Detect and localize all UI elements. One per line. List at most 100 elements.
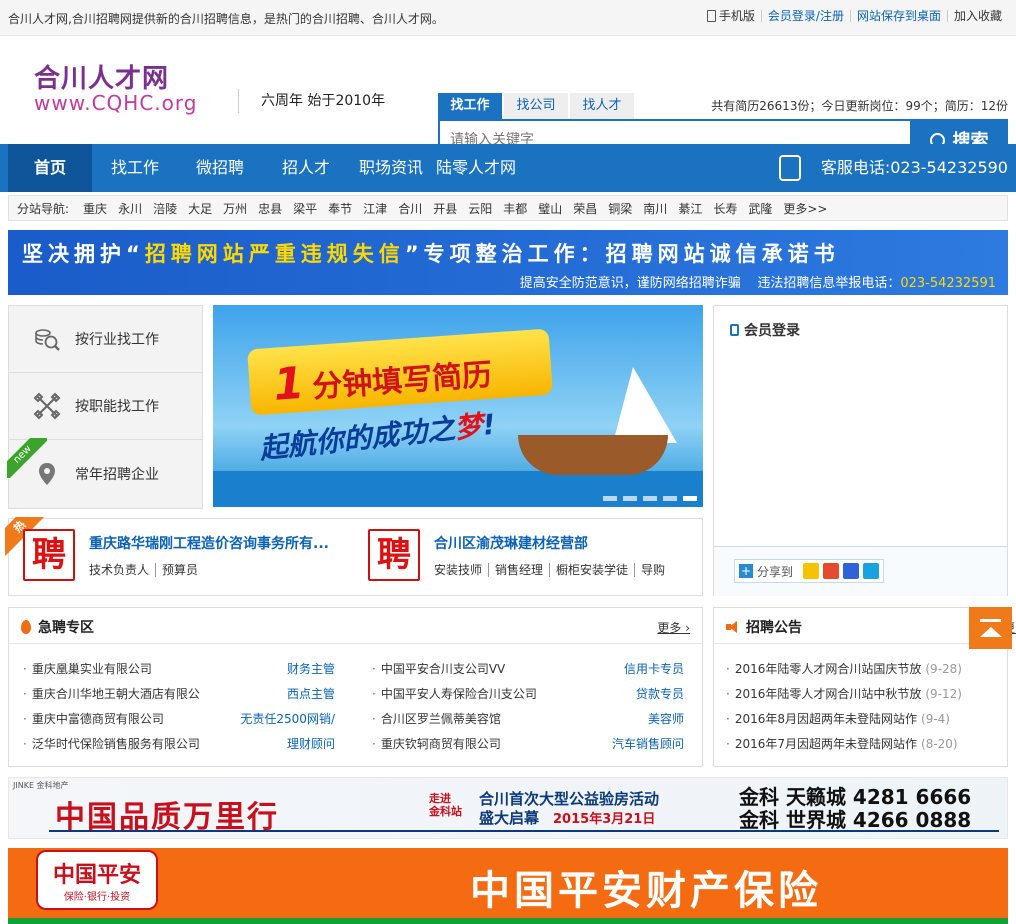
announce-item[interactable]: 2016年8月因超两年未登陆网站作(9-4): [726, 710, 950, 727]
substation-city[interactable]: 璧山: [538, 200, 562, 217]
nav-luling-talent[interactable]: 陆零人才网: [436, 144, 516, 192]
ad2-green-strip: [8, 918, 1008, 924]
nav-micro-recruit[interactable]: 微招聘: [196, 144, 244, 192]
urgent-job[interactable]: 美容师: [648, 710, 684, 727]
tencent-weibo-icon[interactable]: [863, 563, 880, 579]
main-nav: 首页 找工作 微招聘 招人才 职场资讯 陆零人才网 客服电话:023-54232…: [0, 144, 1016, 192]
hot-company-name[interactable]: 重庆路华瑞刚工程造价咨询事务所有...: [89, 533, 329, 553]
job-link[interactable]: 销售经理: [488, 563, 550, 577]
substation-city[interactable]: 江津: [363, 200, 387, 217]
urgent-company[interactable]: 合川区罗兰佩蒂美容馆: [372, 710, 501, 727]
login-register-link[interactable]: 会员登录/注册: [760, 10, 850, 22]
substation-city[interactable]: 荣昌: [573, 200, 597, 217]
slide-dot[interactable]: [603, 496, 617, 501]
urgent-company[interactable]: 重庆凰巢实业有限公司: [23, 660, 152, 677]
add-favorite-link[interactable]: 加入收藏: [946, 10, 1008, 22]
category-by-function[interactable]: 按职能找工作: [9, 373, 202, 440]
category-long-term-employers[interactable]: new 常年招聘企业: [7, 438, 202, 507]
slide-dot[interactable]: [663, 496, 677, 501]
ad1-tag: 走进 金科站: [429, 792, 462, 818]
weibo-icon[interactable]: [823, 563, 840, 579]
urgent-job[interactable]: 西点主管: [287, 685, 335, 702]
nav-recruit-talent[interactable]: 招人才: [282, 144, 330, 192]
substation-city[interactable]: 丰都: [503, 200, 527, 217]
substation-city[interactable]: 南川: [643, 200, 667, 217]
job-link[interactable]: 安装技师: [434, 563, 488, 577]
urgent-header: 急聘专区 更多 ›: [9, 608, 702, 644]
ad-banner-pingan[interactable]: 中国平安 保险·银行·投资 中国平安财产保险: [8, 848, 1008, 924]
urgent-job[interactable]: 贷款专员: [636, 685, 684, 702]
announce-item[interactable]: 2016年陆零人才网合川站国庆节放(9-28): [726, 660, 962, 677]
urgent-company[interactable]: 重庆合川华地王朝大酒店有限公: [23, 685, 200, 702]
substation-city[interactable]: 开县: [433, 200, 457, 217]
announce-item[interactable]: 2016年7月因超两年未登陆网站作(8-20): [726, 735, 958, 752]
mobile-phone-icon: [706, 10, 716, 22]
substation-city[interactable]: 涪陵: [153, 200, 177, 217]
mobile-link[interactable]: 手机版: [701, 10, 761, 22]
substation-more[interactable]: 更多>>: [783, 200, 827, 217]
substation-city[interactable]: 梁平: [293, 200, 317, 217]
nav-career-news[interactable]: 职场资讯: [359, 144, 423, 192]
category-label: 按行业找工作: [75, 332, 159, 348]
substation-city[interactable]: 武隆: [748, 200, 772, 217]
hot-company: 聘 重庆路华瑞刚工程造价咨询事务所有... 技术负责人 预算员: [23, 529, 363, 585]
back-to-top-button[interactable]: [969, 607, 1012, 649]
job-link[interactable]: 导购: [634, 563, 672, 577]
urgent-job[interactable]: 无责任2500网销/: [240, 710, 335, 727]
urgent-company[interactable]: 中国平安人寿保险合川支公司: [372, 685, 537, 702]
site-logo[interactable]: 合川人才网 www.CQHC.org: [34, 58, 197, 115]
urgent-job[interactable]: 汽车销售顾问: [612, 735, 684, 752]
sail-shape: [613, 367, 677, 443]
announce-item[interactable]: 2016年陆零人才网合川站中秋节放(9-12): [726, 685, 962, 702]
urgent-title: 急聘专区: [21, 617, 94, 637]
speaker-icon: [726, 621, 740, 633]
urgent-job[interactable]: 信用卡专员: [624, 660, 684, 677]
job-link[interactable]: 预算员: [155, 563, 205, 577]
urgent-more-link[interactable]: 更多 ›: [657, 619, 690, 636]
slide-dot[interactable]: [643, 496, 657, 501]
ad-banner-jinke[interactable]: JINKE 金科地产 中国品质万里行 走进 金科站 合川首次大型公益验房活动 盛大启…: [8, 777, 1008, 839]
substation-city[interactable]: 长寿: [713, 200, 737, 217]
substation-city[interactable]: 重庆: [83, 200, 107, 217]
save-desktop-link[interactable]: 网站保存到桌面: [849, 10, 947, 22]
qzone-icon[interactable]: [803, 563, 820, 579]
hot-company-name[interactable]: 合川区渝茂琳建材经营部: [434, 533, 588, 553]
substation-city[interactable]: 永川: [118, 200, 142, 217]
nav-find-job[interactable]: 找工作: [111, 144, 159, 192]
flame-icon: [21, 620, 31, 634]
job-link[interactable]: 橱柜安装学徒: [549, 563, 635, 577]
share-plus-icon: +: [739, 564, 753, 578]
urgent-company[interactable]: 中国平安合川支公司VV: [372, 660, 505, 677]
baidu-icon[interactable]: [843, 563, 860, 579]
integrity-notice-banner[interactable]: 坚决拥护“招聘网站严重违规失信”专项整治工作：招聘网站诚信承诺书 提高安全防范意…: [8, 230, 1008, 295]
tab-find-job[interactable]: 找工作: [438, 93, 502, 119]
category-by-industry[interactable]: 按行业找工作: [9, 306, 202, 373]
substation-city[interactable]: 大足: [188, 200, 212, 217]
ad2-headline: 中国平安财产保险: [470, 868, 822, 914]
recruitment-announcements: 招聘公告 更多 2016年陆零人才网合川站国庆节放(9-28) 2016年陆零人…: [713, 607, 1016, 767]
banner-headline: 分钟填写简历: [311, 357, 494, 406]
member-login-box: 会员登录 + 分享到: [713, 305, 1008, 596]
nav-home[interactable]: 首页: [8, 144, 92, 192]
logo-en: www.CQHC.org: [34, 91, 198, 115]
substation-city[interactable]: 綦江: [678, 200, 702, 217]
urgent-job[interactable]: 财务主管: [287, 660, 335, 677]
urgent-company[interactable]: 重庆钦轲商贸有限公司: [372, 735, 501, 752]
substation-city[interactable]: 铜梁: [608, 200, 632, 217]
slideshow-banner[interactable]: 1 分钟填写简历 起航你的成功之梦!: [213, 305, 703, 507]
ad1-underline: [49, 830, 999, 832]
urgent-company[interactable]: 重庆中富德商贸有限公司: [23, 710, 164, 727]
urgent-job[interactable]: 理财顾问: [287, 735, 335, 752]
substation-city[interactable]: 合川: [398, 200, 422, 217]
substation-city[interactable]: 奉节: [328, 200, 352, 217]
tab-find-talent[interactable]: 找人才: [570, 93, 634, 119]
substation-city[interactable]: 万州: [223, 200, 247, 217]
slide-dot-active[interactable]: [683, 496, 697, 501]
substation-city[interactable]: 忠县: [258, 200, 282, 217]
substation-city[interactable]: 云阳: [468, 200, 492, 217]
slide-dot[interactable]: [623, 496, 637, 501]
urgent-company[interactable]: 泛华时代保险销售服务有限公司: [23, 735, 200, 752]
tab-find-company[interactable]: 找公司: [504, 93, 568, 119]
job-link[interactable]: 技术负责人: [89, 563, 155, 577]
share-button[interactable]: + 分享到: [734, 559, 885, 583]
